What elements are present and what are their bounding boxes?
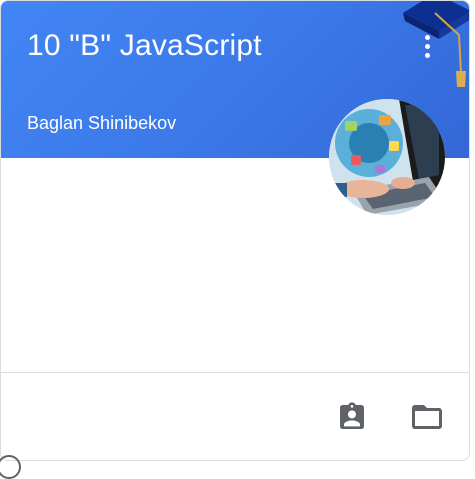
class-drive-folder-button[interactable] <box>407 397 447 437</box>
class-card[interactable]: 10 "B" JavaScript Baglan Shinibekov <box>0 0 470 461</box>
avatar-image <box>329 99 445 215</box>
more-vert-dot <box>424 43 430 49</box>
folder-icon <box>412 405 442 429</box>
partial-ring-icon <box>0 455 21 479</box>
more-vert-icon <box>424 34 430 40</box>
more-vert-dot <box>424 52 430 58</box>
your-work-button[interactable] <box>332 397 372 437</box>
assignment-ind-icon <box>340 402 364 429</box>
teacher-name: Baglan Shinibekov <box>27 113 177 133</box>
class-title[interactable]: 10 "B" JavaScript <box>27 29 262 63</box>
more-options-button[interactable] <box>415 27 439 65</box>
teacher-avatar[interactable] <box>329 99 445 215</box>
footer-divider <box>1 372 469 373</box>
